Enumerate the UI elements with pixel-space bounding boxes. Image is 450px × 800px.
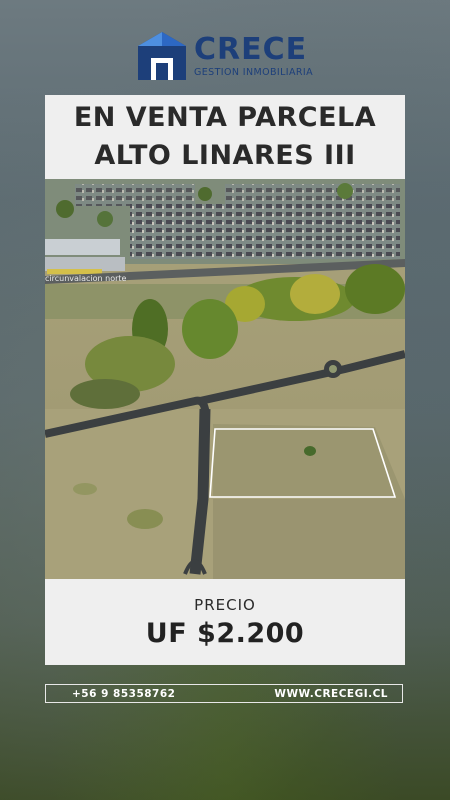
title-line-1: EN VENTA PARCELA <box>73 102 377 133</box>
title-line-2: ALTO LINARES III <box>94 140 356 171</box>
brand-name: CRECE <box>194 31 308 67</box>
price-value: UF $2.200 <box>145 617 305 649</box>
street-sign-text: circunvalacion norte <box>45 274 127 283</box>
aerial-photo: circunvalacion norte <box>45 179 405 579</box>
house-logo-icon <box>138 32 186 80</box>
brand-logo[interactable]: CRECE GESTION INMOBILIARIA <box>136 28 326 84</box>
phone-number[interactable]: +56 9 85358762 <box>72 688 175 700</box>
brand-subtitle: GESTION INMOBILIARIA <box>194 66 313 78</box>
price-section: PRECIO UF $2.200 <box>45 579 405 665</box>
website-link[interactable]: WWW.CRECEGI.CL <box>274 688 388 700</box>
listing-card: EN VENTA PARCELA ALTO LINARES III circun… <box>45 95 405 665</box>
contact-bar: +56 9 85358762 WWW.CRECEGI.CL <box>45 684 403 703</box>
listing-title: EN VENTA PARCELA ALTO LINARES III <box>45 95 405 179</box>
price-label: PRECIO <box>194 595 256 614</box>
